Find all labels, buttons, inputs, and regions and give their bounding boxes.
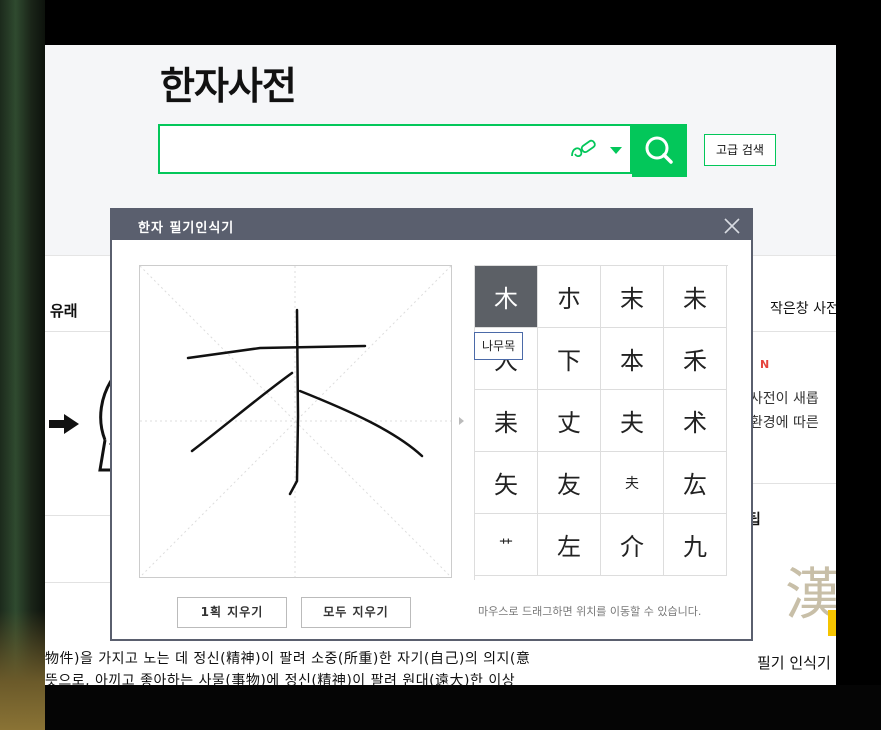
search-button[interactable] xyxy=(632,124,687,177)
candidate-character[interactable]: 本 xyxy=(601,328,664,390)
clear-all-button[interactable]: 모두 지우기 xyxy=(301,597,411,628)
tip-accent xyxy=(828,610,836,636)
article-text: 뜻으로, 아끼고 좋아하는 사물(事物)에 정신(精神)이 팔려 원대(遠大)한… xyxy=(45,673,516,685)
candidate-character[interactable]: 厷 xyxy=(664,452,727,514)
candidate-tooltip: 나무목 xyxy=(474,332,524,360)
candidate-character[interactable]: 末 xyxy=(601,266,664,328)
candidate-character[interactable]: 夫 xyxy=(601,452,664,514)
search-input[interactable] xyxy=(158,124,632,174)
candidate-character[interactable]: 下 xyxy=(538,328,601,390)
candidate-character[interactable]: 友 xyxy=(538,452,601,514)
handwriting-pen-icon[interactable] xyxy=(569,136,599,162)
candidate-character[interactable]: 艹 xyxy=(475,514,538,576)
candidate-character[interactable]: 耒 xyxy=(475,390,538,452)
candidate-character[interactable]: 夫 xyxy=(601,390,664,452)
candidate-character[interactable]: 禾 xyxy=(664,328,727,390)
candidate-character[interactable]: 未 xyxy=(664,266,727,328)
close-icon[interactable] xyxy=(723,217,741,235)
dialog-title: 한자 필기인식기 xyxy=(138,221,235,236)
new-badge: N xyxy=(760,358,770,371)
dialog-titlebar[interactable]: 한자 필기인식기 xyxy=(112,210,751,240)
handwriting-recognizer-dialog[interactable]: 한자 필기인식기 木朩末未大下本禾耒丈夫术矢友夫厷艹左介九 나무목 1획 지우기… xyxy=(110,208,753,641)
search-icon xyxy=(645,136,673,164)
tab-mini-dictionary[interactable]: 작은창 사전 xyxy=(770,298,836,318)
drawing-strokes xyxy=(140,266,451,577)
undo-stroke-button[interactable]: 1획 지우기 xyxy=(177,597,287,628)
candidate-character[interactable]: 木 xyxy=(475,266,538,328)
chevron-right-icon xyxy=(459,417,464,425)
candidate-character[interactable]: 矢 xyxy=(475,452,538,514)
background-right-edge xyxy=(836,0,881,730)
candidate-character[interactable]: 丈 xyxy=(538,390,601,452)
section-heading: 유래 xyxy=(50,302,78,320)
advanced-search-button[interactable]: 고급 검색 xyxy=(704,134,776,166)
candidate-character[interactable]: 左 xyxy=(538,514,601,576)
background-left-edge xyxy=(0,0,45,730)
drag-hint: 마우스로 드래그하면 위치를 이동할 수 있습니다. xyxy=(478,605,702,618)
chevron-down-icon[interactable] xyxy=(610,147,622,154)
arrow-right-icon xyxy=(49,414,79,434)
site-title[interactable]: 한자사전 xyxy=(160,55,297,110)
candidate-character[interactable]: 朩 xyxy=(538,266,601,328)
candidate-character[interactable]: 九 xyxy=(664,514,727,576)
candidate-character[interactable]: 术 xyxy=(664,390,727,452)
candidate-character[interactable]: 介 xyxy=(601,514,664,576)
background-bottom-edge xyxy=(45,685,881,730)
drawing-canvas[interactable] xyxy=(139,265,452,578)
candidate-grid: 木朩末未大下本禾耒丈夫术矢友夫厷艹左介九 xyxy=(474,265,728,580)
tip-caption[interactable]: 필기 인식기 xyxy=(757,652,831,673)
article-text: 物件)을 가지고 노는 데 정신(精神)이 팔려 소중(所重)한 자기(自己)의… xyxy=(45,651,531,667)
